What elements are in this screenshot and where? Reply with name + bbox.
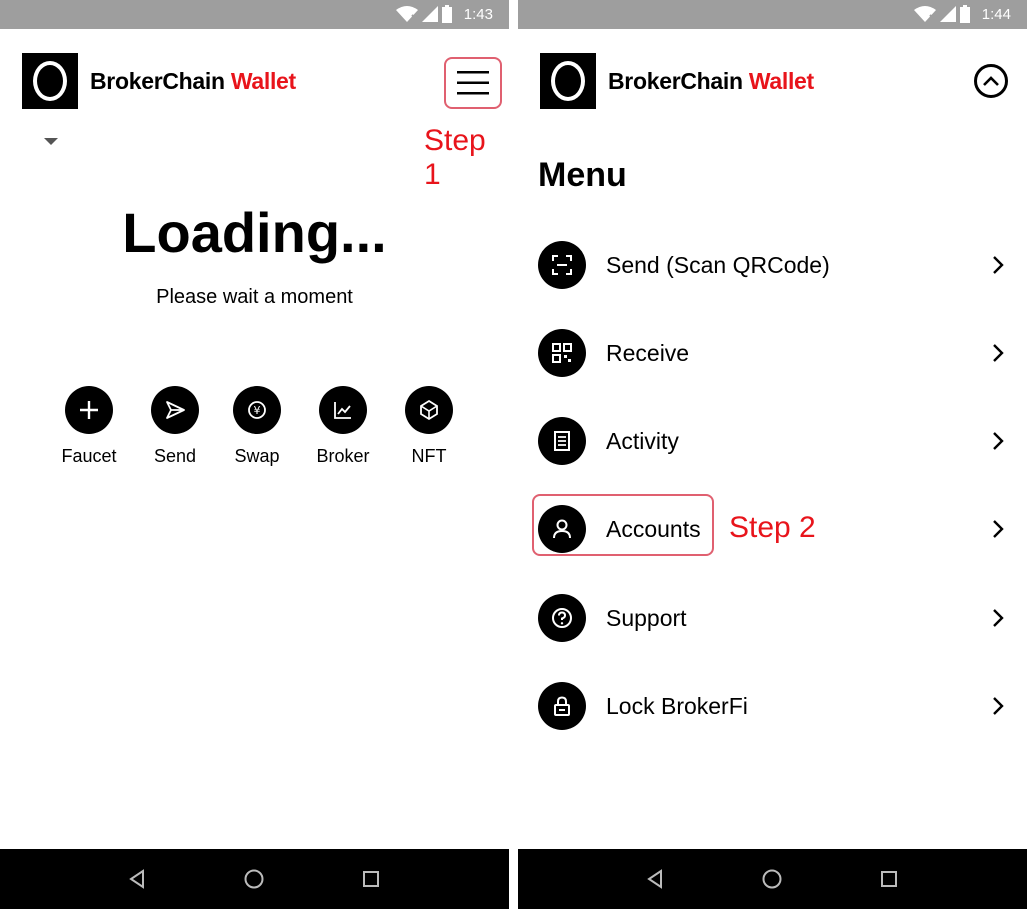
- chevron-right-icon: [988, 253, 1008, 277]
- wifi-icon: [395, 6, 418, 22]
- brokerchain-logo: [22, 53, 78, 109]
- brand-accent: Wallet: [748, 67, 814, 94]
- action-faucet[interactable]: Faucet: [44, 386, 134, 467]
- plus-icon: [65, 386, 113, 434]
- brand-name: BrokerChain: [608, 67, 743, 94]
- menu-item-receive[interactable]: Receive: [538, 325, 1008, 381]
- status-icons: 1:44: [913, 4, 1011, 24]
- action-label: Swap: [234, 446, 280, 466]
- app-title: BrokerChain Wallet: [608, 68, 814, 95]
- wallet-menu-screen: 1:44 BrokerChain Wallet Menu Send (Scan …: [518, 0, 1027, 909]
- menu-button[interactable]: [444, 57, 502, 109]
- chevron-right-icon: [988, 694, 1008, 718]
- step-2-annotation: Step 2: [729, 511, 816, 544]
- back-icon[interactable]: [644, 867, 668, 891]
- menu-item-label: Lock BrokerFi: [606, 692, 748, 719]
- svg-text:¥: ¥: [254, 404, 261, 417]
- chevron-right-icon: [988, 606, 1008, 630]
- action-label: NFT: [411, 446, 447, 466]
- loading-subtitle: Please wait a moment: [156, 286, 353, 308]
- quick-actions: Faucet Send ¥ Swap Broker NFT: [44, 386, 474, 486]
- menu-item-label: Send (Scan QRCode): [606, 251, 830, 278]
- qrcode-icon: [538, 329, 586, 377]
- close-menu-button[interactable]: [974, 64, 1008, 98]
- brand-name: BrokerChain: [90, 67, 225, 94]
- scan-icon: [538, 241, 586, 289]
- menu-item-support[interactable]: Support: [538, 590, 1008, 646]
- recents-icon[interactable]: [359, 867, 383, 891]
- screenshot-root: 1:43 BrokerChain Wallet Step 1 Loading..…: [0, 0, 1027, 909]
- action-broker[interactable]: Broker: [298, 386, 388, 467]
- help-icon: [538, 594, 586, 642]
- menu-item-send[interactable]: Send (Scan QRCode): [538, 237, 1008, 293]
- action-swap[interactable]: ¥ Swap: [212, 386, 302, 467]
- menu-title: Menu: [538, 156, 627, 194]
- android-nav-bar: [0, 849, 509, 909]
- status-bar: 1:43: [0, 0, 509, 29]
- signal-icon: [421, 6, 438, 22]
- menu-item-label: Receive: [606, 339, 690, 366]
- user-icon: [538, 505, 586, 553]
- android-nav-bar: [518, 849, 1027, 909]
- chevron-up-icon: [983, 76, 999, 86]
- menu-item-activity[interactable]: Activity: [538, 413, 1008, 469]
- chart-icon: [319, 386, 367, 434]
- app-header: BrokerChain Wallet: [22, 53, 509, 109]
- recents-icon[interactable]: [877, 867, 901, 891]
- menu-item-label: Support: [606, 604, 687, 631]
- menu-item-label: Activity: [606, 427, 679, 454]
- app-header: BrokerChain Wallet: [540, 53, 1027, 109]
- status-bar: 1:44: [518, 0, 1027, 29]
- signal-icon: [939, 6, 956, 22]
- wifi-icon: [913, 6, 936, 22]
- app-title: BrokerChain Wallet: [90, 68, 296, 95]
- hamburger-icon: [457, 71, 489, 95]
- list-icon: [538, 417, 586, 465]
- swap-icon: ¥: [233, 386, 281, 434]
- account-dropdown-caret-icon[interactable]: [44, 138, 58, 145]
- brokerchain-logo: [540, 53, 596, 109]
- back-icon[interactable]: [126, 867, 150, 891]
- brand-accent: Wallet: [230, 67, 296, 94]
- action-nft[interactable]: NFT: [384, 386, 474, 467]
- home-icon[interactable]: [760, 867, 784, 891]
- status-time: 1:44: [981, 5, 1011, 23]
- action-label: Broker: [316, 446, 370, 466]
- menu-item-lock[interactable]: Lock BrokerFi: [538, 678, 1008, 734]
- chevron-right-icon: [988, 341, 1008, 365]
- nft-icon: [405, 386, 453, 434]
- chevron-right-icon: [988, 517, 1008, 541]
- chevron-right-icon: [988, 429, 1008, 453]
- action-label: Send: [153, 446, 197, 466]
- send-icon: [151, 386, 199, 434]
- lock-icon: [538, 682, 586, 730]
- step-1-annotation: Step 1: [424, 124, 486, 191]
- action-label: Faucet: [61, 446, 117, 466]
- action-send[interactable]: Send: [130, 386, 220, 467]
- status-time: 1:43: [463, 5, 493, 23]
- home-icon[interactable]: [242, 867, 266, 891]
- wallet-home-screen: 1:43 BrokerChain Wallet Step 1 Loading..…: [0, 0, 509, 909]
- battery-icon: [441, 5, 452, 23]
- loading-title: Loading...: [122, 201, 387, 264]
- battery-icon: [959, 5, 970, 23]
- status-icons: 1:43: [395, 4, 493, 24]
